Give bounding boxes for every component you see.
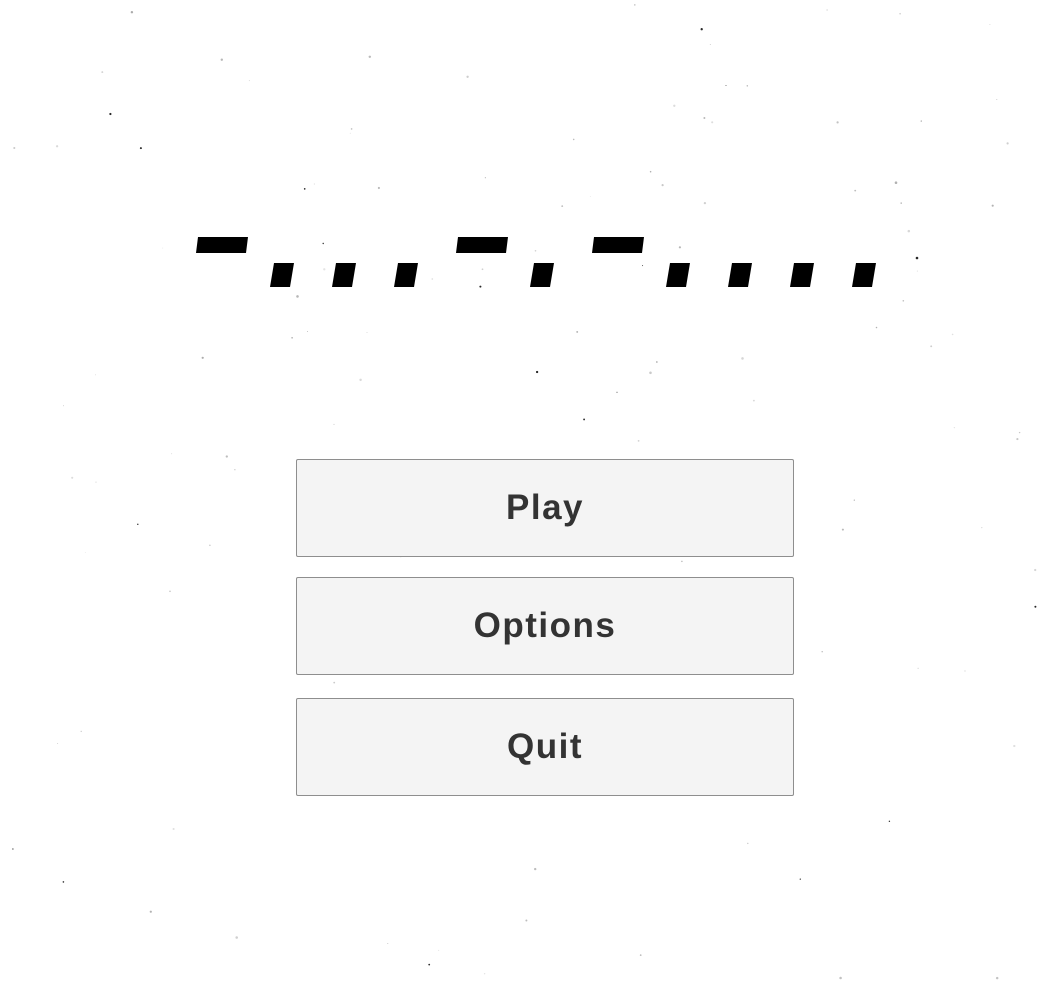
paper-speck	[1016, 438, 1019, 441]
paper-speck	[291, 336, 293, 339]
logo-dot-mark	[530, 263, 554, 287]
main-menu-screen: Play Options Quit	[0, 0, 1049, 982]
paper-speck	[930, 345, 933, 348]
paper-speck	[525, 919, 528, 922]
paper-speck	[576, 330, 579, 333]
logo-dot-mark	[790, 263, 814, 287]
paper-speck	[741, 357, 744, 360]
paper-speck	[366, 332, 368, 334]
paper-speck	[639, 954, 642, 956]
paper-speck	[888, 820, 891, 822]
paper-speck	[428, 963, 431, 966]
game-title-logo	[196, 237, 876, 287]
paper-speck	[1034, 605, 1037, 608]
paper-speck	[534, 867, 537, 871]
paper-speck	[951, 333, 954, 336]
paper-speck	[875, 326, 878, 329]
paper-speck	[799, 878, 801, 880]
paper-speck	[1034, 568, 1037, 572]
paper-speck	[964, 670, 966, 672]
paper-speck	[853, 499, 855, 501]
paper-speck	[616, 391, 618, 393]
logo-dot-mark	[394, 263, 418, 287]
paper-speck	[71, 476, 74, 479]
paper-speck	[535, 370, 539, 374]
logo-dot-mark	[852, 263, 876, 287]
paper-speck	[201, 356, 204, 359]
paper-speck	[752, 399, 755, 402]
play-button[interactable]: Play	[296, 459, 794, 557]
paper-speck	[63, 405, 65, 407]
main-menu: Play Options Quit	[296, 459, 794, 796]
paper-speck	[917, 667, 919, 669]
paper-speck	[656, 361, 658, 363]
paper-speck	[483, 973, 486, 975]
paper-speck	[12, 848, 14, 850]
paper-speck	[234, 469, 236, 471]
logo-dash-mark	[592, 237, 644, 253]
paper-speck	[333, 423, 335, 425]
logo-dash-mark	[196, 237, 248, 253]
paper-speck	[839, 976, 842, 980]
paper-speck	[821, 650, 823, 653]
paper-speck	[169, 590, 171, 593]
paper-speck	[981, 527, 983, 529]
paper-speck	[841, 528, 844, 531]
logo-dot-mark	[332, 263, 356, 287]
paper-speck	[171, 453, 173, 455]
options-button[interactable]: Options	[296, 577, 794, 675]
paper-speck	[137, 523, 139, 526]
paper-speck	[307, 331, 309, 333]
paper-speck	[149, 910, 152, 913]
paper-speck	[84, 551, 86, 553]
paper-speck	[995, 976, 999, 980]
paper-speck	[225, 455, 228, 458]
paper-speck	[649, 371, 652, 375]
logo-dot-mark	[270, 263, 294, 287]
paper-speck	[235, 936, 238, 939]
paper-speck	[583, 418, 586, 421]
paper-speck	[387, 943, 389, 945]
paper-speck	[438, 949, 440, 951]
paper-speck	[359, 378, 362, 382]
paper-speck	[95, 481, 97, 483]
quit-button[interactable]: Quit	[296, 698, 794, 796]
paper-speck	[953, 426, 956, 429]
paper-speck	[80, 730, 82, 733]
logo-dot-mark	[666, 263, 690, 287]
paper-speck	[1013, 744, 1016, 748]
paper-speck	[747, 842, 749, 845]
paper-speck	[94, 374, 96, 376]
logo-dash-mark	[456, 237, 508, 253]
paper-speck	[172, 827, 175, 831]
paper-speck	[57, 742, 59, 745]
paper-speck	[62, 881, 65, 883]
paper-speck	[209, 544, 211, 547]
paper-speck	[637, 439, 640, 442]
logo-dot-mark	[728, 263, 752, 287]
paper-speck	[1018, 431, 1021, 434]
